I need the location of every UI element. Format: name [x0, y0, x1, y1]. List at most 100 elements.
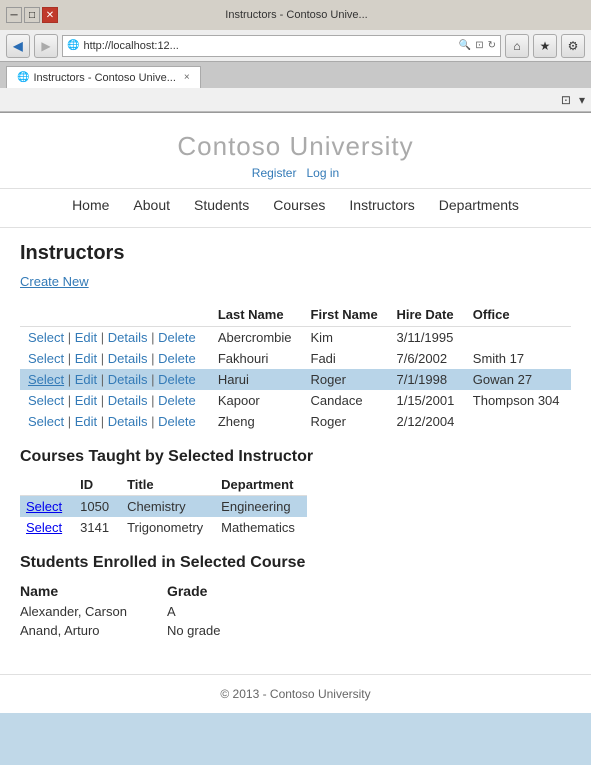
nav-about[interactable]: About [133, 197, 170, 213]
course-select-link[interactable]: Select [26, 499, 62, 514]
instructor-office: Thompson 304 [465, 390, 571, 411]
instructor-hire-date: 1/15/2001 [388, 390, 464, 411]
nav-departments[interactable]: Departments [439, 197, 519, 213]
address-bar[interactable]: 🌐 http://localhost:12... 🔍 ⊡ ↻ [62, 35, 501, 57]
instructor-last-name: Harui [210, 369, 303, 390]
page-wrapper: Contoso University Register Log in Home … [0, 113, 591, 713]
instructor-hire-date: 7/6/2002 [388, 348, 464, 369]
instructor-select-link[interactable]: Select [28, 372, 64, 387]
course-id: 3141 [74, 517, 121, 538]
close-button[interactable]: ✕ [42, 7, 58, 23]
instructor-edit-link[interactable]: Edit [75, 414, 97, 429]
student-grade: A [167, 602, 260, 621]
instructor-row: Select | Edit | Details | DeleteFakhouri… [20, 348, 571, 369]
instructor-details-link[interactable]: Details [108, 330, 148, 345]
col-actions [20, 303, 210, 327]
instructor-edit-link[interactable]: Edit [75, 393, 97, 408]
instructor-last-name: Kapoor [210, 390, 303, 411]
active-tab[interactable]: 🌐 Instructors - Contoso Unive... × [6, 66, 201, 88]
home-button[interactable]: ⌂ [505, 34, 529, 58]
instructor-row: Select | Edit | Details | DeleteHaruiRog… [20, 369, 571, 390]
instructor-office [465, 411, 571, 432]
refresh-icon[interactable]: ↻ [488, 40, 496, 51]
favorites-button[interactable]: ★ [533, 34, 557, 58]
courses-col-title: Title [121, 474, 215, 496]
browser-chrome: ─ □ ✕ Instructors - Contoso Unive... ◀ ▶… [0, 0, 591, 113]
tab-close-button[interactable]: × [184, 72, 190, 83]
students-col-grade: Grade [167, 580, 260, 602]
instructor-details-link[interactable]: Details [108, 351, 148, 366]
nav-students[interactable]: Students [194, 197, 249, 213]
toolbar-icon-2[interactable]: ▾ [579, 93, 585, 107]
instructor-row-actions: Select | Edit | Details | Delete [20, 348, 210, 369]
instructor-row: Select | Edit | Details | DeleteZhengRog… [20, 411, 571, 432]
instructor-office: Gowan 27 [465, 369, 571, 390]
instructor-details-link[interactable]: Details [108, 393, 148, 408]
course-id: 1050 [74, 496, 121, 518]
page-header: Contoso University Register Log in Home … [0, 113, 591, 228]
instructor-details-link[interactable]: Details [108, 414, 148, 429]
instructor-office [465, 327, 571, 349]
address-text: http://localhost:12... [83, 40, 454, 52]
nav-instructors[interactable]: Instructors [349, 197, 414, 213]
courses-col-id: ID [74, 474, 121, 496]
instructor-edit-link[interactable]: Edit [75, 372, 97, 387]
courses-table: ID Title Department Select1050ChemistryE… [20, 474, 307, 538]
settings-button[interactable]: ⚙ [561, 34, 585, 58]
instructor-row-actions: Select | Edit | Details | Delete [20, 369, 210, 390]
create-new-link[interactable]: Create New [20, 274, 89, 289]
back-button[interactable]: ◀ [6, 34, 30, 58]
instructor-delete-link[interactable]: Delete [158, 351, 196, 366]
window-controls: ─ □ ✕ [6, 7, 58, 23]
instructors-table: Last Name First Name Hire Date Office Se… [20, 303, 571, 432]
students-section-heading: Students Enrolled in Selected Course [20, 554, 571, 572]
student-grade: No grade [167, 621, 260, 640]
instructor-row: Select | Edit | Details | DeleteKapoorCa… [20, 390, 571, 411]
browser-toolbar: ⊡ ▾ [0, 88, 591, 112]
tab-icon: 🌐 [17, 72, 29, 83]
instructor-delete-link[interactable]: Delete [158, 393, 196, 408]
auth-links: Register Log in [0, 166, 591, 180]
search-address-icon: 🔍 [459, 40, 471, 51]
instructor-edit-link[interactable]: Edit [75, 330, 97, 345]
instructor-delete-link[interactable]: Delete [158, 330, 196, 345]
instructor-first-name: Roger [303, 369, 389, 390]
instructor-hire-date: 3/11/1995 [388, 327, 464, 349]
instructor-row: Select | Edit | Details | DeleteAbercrom… [20, 327, 571, 349]
student-row: Alexander, CarsonA [20, 602, 260, 621]
instructor-select-link[interactable]: Select [28, 351, 64, 366]
course-title: Chemistry [121, 496, 215, 518]
course-title: Trigonometry [121, 517, 215, 538]
page-content: Instructors Create New Last Name First N… [0, 228, 591, 654]
instructor-row-actions: Select | Edit | Details | Delete [20, 411, 210, 432]
minimize-button[interactable]: ─ [6, 7, 22, 23]
instructor-first-name: Candace [303, 390, 389, 411]
instructor-select-link[interactable]: Select [28, 330, 64, 345]
window-title: Instructors - Contoso Unive... [66, 9, 527, 21]
maximize-button[interactable]: □ [24, 7, 40, 23]
col-office: Office [465, 303, 571, 327]
instructor-edit-link[interactable]: Edit [75, 351, 97, 366]
instructor-delete-link[interactable]: Delete [158, 372, 196, 387]
login-link[interactable]: Log in [306, 166, 339, 180]
nav-home[interactable]: Home [72, 197, 109, 213]
instructor-delete-link[interactable]: Delete [158, 414, 196, 429]
student-row: Anand, ArturoNo grade [20, 621, 260, 640]
browser-navbar: ◀ ▶ 🌐 http://localhost:12... 🔍 ⊡ ↻ ⌂ ★ ⚙ [0, 30, 591, 62]
register-link[interactable]: Register [252, 166, 297, 180]
instructor-select-link[interactable]: Select [28, 414, 64, 429]
courses-col-dept: Department [215, 474, 307, 496]
forward-button[interactable]: ▶ [34, 34, 58, 58]
instructor-hire-date: 7/1/1998 [388, 369, 464, 390]
course-select-link[interactable]: Select [26, 520, 62, 535]
instructor-select-link[interactable]: Select [28, 393, 64, 408]
student-name: Anand, Arturo [20, 621, 167, 640]
toolbar-icon-1[interactable]: ⊡ [561, 93, 571, 107]
nav-courses[interactable]: Courses [273, 197, 325, 213]
title-bar: ─ □ ✕ Instructors - Contoso Unive... [0, 0, 591, 30]
instructor-details-link[interactable]: Details [108, 372, 148, 387]
tab-title: Instructors - Contoso Unive... [33, 72, 175, 84]
courses-col-select [20, 474, 74, 496]
instructor-last-name: Zheng [210, 411, 303, 432]
page-icon: 🌐 [67, 40, 79, 51]
